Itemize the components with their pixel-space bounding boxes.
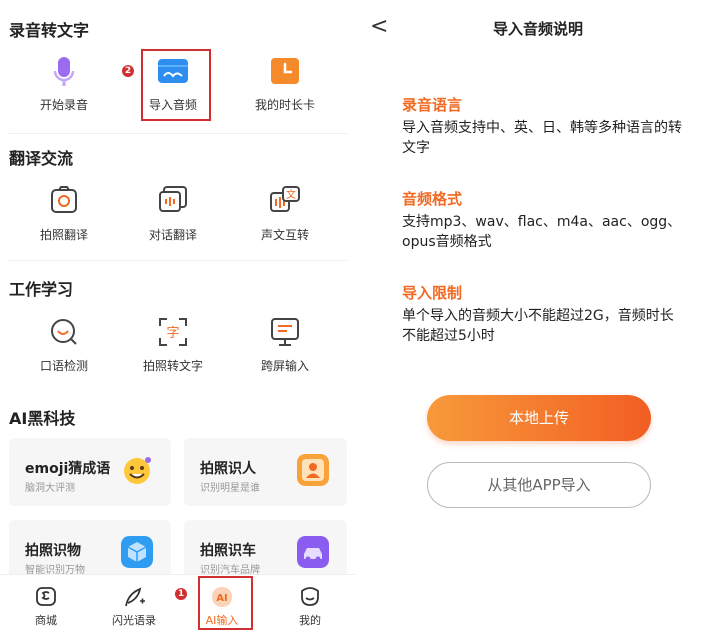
card-photo-object[interactable]: 拍照识物 智能识别万物 [9,520,171,580]
section-body-language: 导入音频支持中、英、日、韩等多种语言的转文字 [402,120,682,156]
card-emoji-idiom[interactable]: emoji猜成语 脑洞大评测 [9,438,171,506]
step-badge-1: 1 [175,588,187,600]
tab-shop[interactable]: 商城 [11,575,81,630]
card-photo-person[interactable]: 拍照识人 识别明星是谁 [184,438,347,506]
oral-check-button[interactable]: 口语检测 [19,313,109,373]
cross-screen-input-button[interactable]: 跨屏输入 [240,313,330,373]
header: < 导入音频说明 [356,0,720,56]
photo-translate-button[interactable]: 拍照翻译 [19,183,109,243]
profile-icon [301,587,319,606]
feature-panel: 录音转文字 开始录音 导入音频 我的时长卡 2 翻译交流 拍照翻译 对话翻译 文… [0,0,356,630]
section-title-ai: AI黑科技 [9,409,76,428]
emoji-face-icon [124,457,151,484]
section-heading-format: 音频格式 [402,190,463,208]
section-title-translate: 翻译交流 [9,149,74,168]
section-heading-limit: 导入限制 [402,284,463,302]
section-title-recording: 录音转文字 [9,21,90,40]
page-title: 导入音频说明 [492,20,583,38]
speech-check-icon [51,319,77,345]
section-body-limit: 单个导入的音频大小不能超过2G，音频时长不能超过5小时 [402,308,674,344]
import-audio-info-screen: < 导入音频说明 录音语言 导入音频支持中、英、日、韩等多种语言的转文字 音频格… [356,0,720,629]
dialog-translate-button[interactable]: 对话翻译 [128,183,218,243]
shop-icon [36,587,56,606]
card-photo-car[interactable]: 拍照识车 识别汽车品牌 [184,520,347,580]
divider [9,133,347,134]
svg-text:字: 字 [166,326,179,341]
local-upload-button[interactable]: 本地上传 [427,395,651,441]
cube-scan-icon [121,536,153,568]
ai-input-highlight [198,576,253,630]
section-body-format: 支持mp3、wav、flac、m4a、aac、ogg、opus音频格式 [402,214,682,250]
voice-text-icon: 文 [270,186,300,212]
import-from-other-app-button[interactable]: 从其他APP导入 [427,462,651,508]
photo-to-text-button[interactable]: 字 拍照转文字 [128,313,218,373]
person-id-icon [297,454,329,486]
section-heading-language: 录音语言 [402,96,463,114]
camera-translate-icon [51,186,77,213]
import-audio-highlight [141,49,211,121]
section-title-work: 工作学习 [9,280,74,299]
svg-text:文: 文 [286,188,296,201]
clock-card-icon [271,58,299,84]
divider [9,260,347,261]
step-badge-2: 2 [122,65,134,77]
chat-translate-icon [159,186,187,212]
duration-card-button[interactable]: 我的时长卡 [240,52,330,112]
microphone-icon [53,57,75,86]
car-icon [297,536,329,568]
start-recording-button[interactable]: 开始录音 [19,52,109,112]
monitor-icon [271,318,299,346]
scan-text-icon: 字 [159,318,187,346]
bottom-tab-bar: 商城 闪光语录 AI AI输入 我的 [0,574,356,630]
tab-profile[interactable]: 我的 [275,575,345,630]
quill-icon [125,587,145,607]
voice-text-convert-button[interactable]: 文 声文互转 [240,183,330,243]
tab-flash-quotes[interactable]: 闪光语录 [99,575,169,630]
